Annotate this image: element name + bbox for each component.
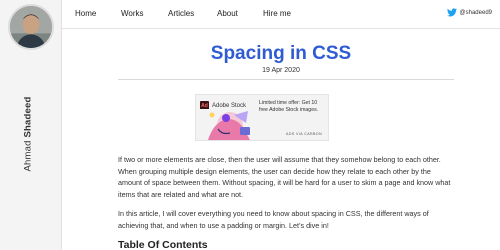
- twitter-handle: @shadeed9: [459, 9, 492, 16]
- article-paragraph: In this article, I will cover everything…: [118, 209, 429, 230]
- carbon-ad[interactable]: Ad Adobe Stock Limited time offer: Get 1…: [195, 94, 329, 141]
- article-content: If two or more elements are close, then …: [118, 154, 454, 250]
- author-last-name: Shadeed: [22, 96, 34, 138]
- post-title: Spacing in CSS: [210, 43, 352, 64]
- author-avatar[interactable]: [8, 4, 54, 50]
- author-photo: [10, 6, 52, 48]
- ad-illustration: [200, 109, 256, 140]
- nav-hire-me[interactable]: Hire me: [263, 9, 291, 18]
- toc-heading: Table Of Contents: [118, 238, 208, 250]
- ad-text: Limited time offer: Get 10 free Adobe St…: [259, 100, 319, 113]
- top-navigation: Home Works Articles About Hire me @shade…: [62, 0, 500, 29]
- nav-about[interactable]: About: [217, 9, 238, 18]
- twitter-link[interactable]: @shadeed9: [446, 8, 492, 17]
- title-divider: [118, 79, 454, 80]
- author-name[interactable]: Ahmad Shadeed: [23, 97, 34, 172]
- nav-articles[interactable]: Articles: [168, 9, 194, 18]
- nav-home[interactable]: Home: [75, 9, 96, 18]
- article-paragraph: If two or more elements are close, then …: [118, 155, 451, 199]
- author-first-name: Ahmad: [22, 140, 34, 172]
- nav-works[interactable]: Works: [121, 9, 144, 18]
- author-sidebar: Ahmad Shadeed: [0, 0, 62, 250]
- post-date: 19 Apr 2020: [262, 67, 300, 74]
- ad-brand-name: Adobe Stock: [212, 102, 247, 109]
- ad-via-carbon[interactable]: ADS VIA CARBON: [286, 132, 322, 136]
- twitter-icon: [446, 8, 457, 17]
